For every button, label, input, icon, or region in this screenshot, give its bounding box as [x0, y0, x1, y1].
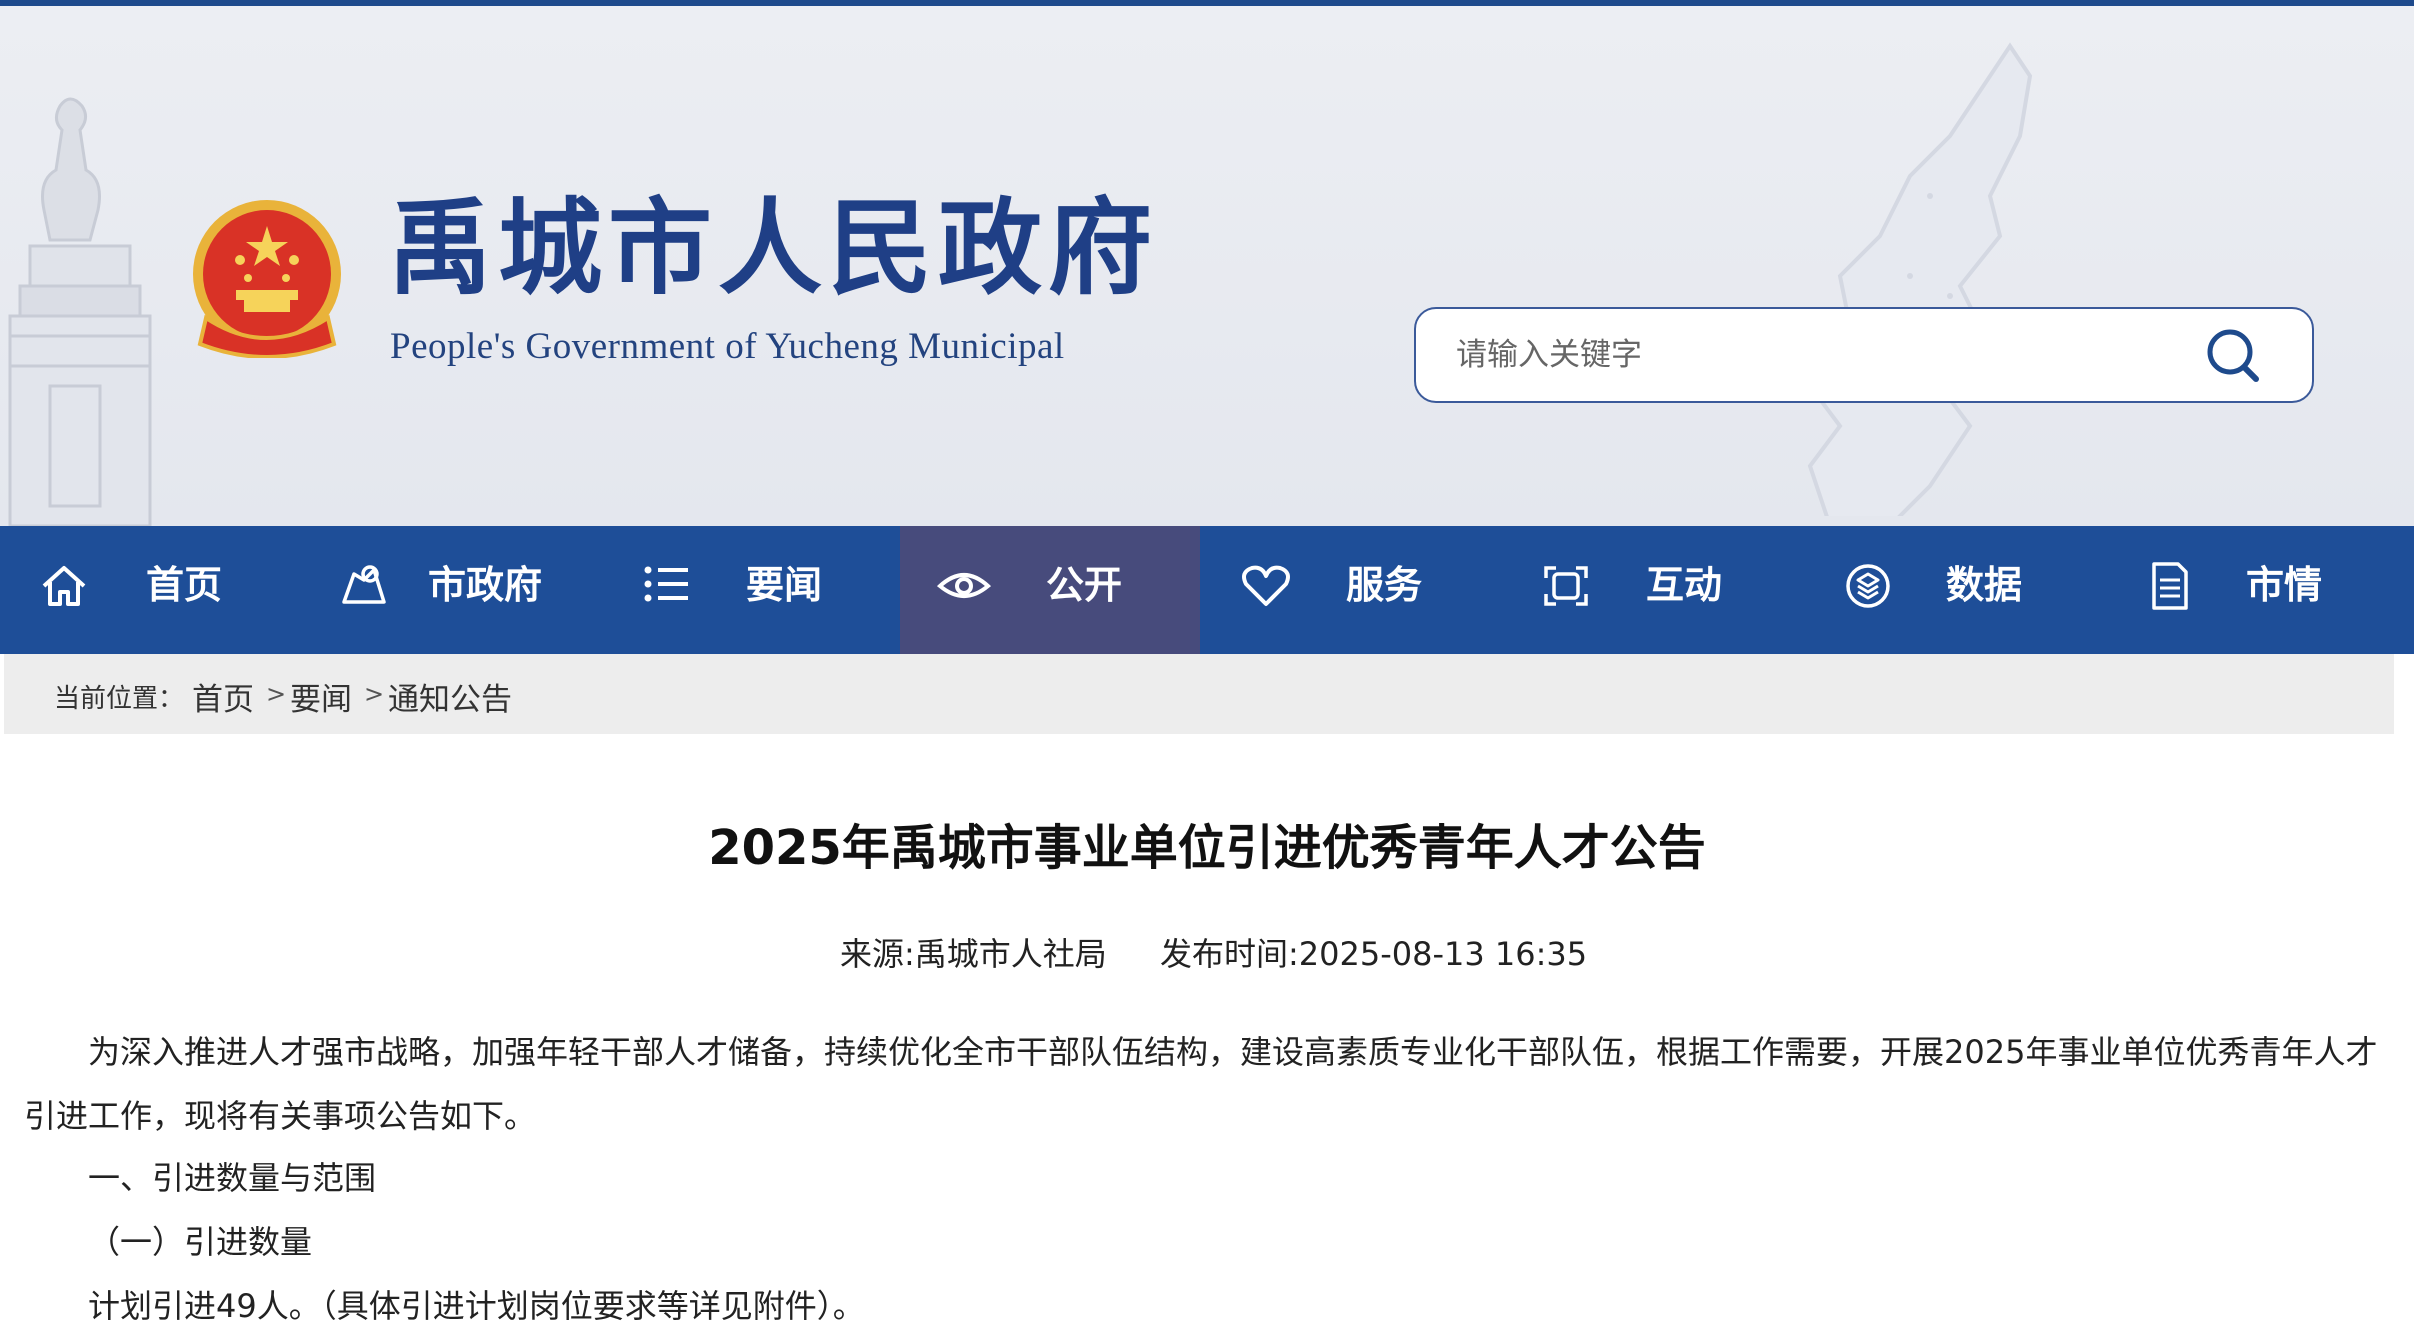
breadcrumb-link-home[interactable]: 首页 — [192, 674, 254, 719]
breadcrumb-prefix: 当前位置： — [54, 684, 185, 714]
breadcrumb-link-notices[interactable]: 通知公告 — [388, 674, 512, 719]
main-nav: 首页 市政府 要闻 公开 服务 互动 数据 市情 — [0, 526, 2414, 654]
search-button[interactable] — [2196, 323, 2276, 387]
article-title: 2025年禹城市事业单位引进优秀青年人才公告 — [708, 820, 1706, 876]
data-icon — [1846, 564, 1890, 608]
nav-item-government[interactable]: 市政府 — [300, 526, 600, 654]
map-pin-icon — [342, 565, 386, 604]
nav-label: 互动 — [1646, 563, 1723, 607]
breadcrumb-separator: > — [266, 680, 287, 708]
article-section-heading: 一、引进数量与范围 — [88, 1159, 377, 1197]
monument-illustration — [8, 97, 152, 526]
nav-item-news[interactable]: 要闻 — [600, 526, 900, 654]
nav-item-service[interactable]: 服务 — [1200, 526, 1500, 654]
home-icon — [42, 566, 86, 606]
nav-label: 市情 — [2246, 563, 2323, 607]
nav-label: 市政府 — [428, 563, 543, 607]
nav-item-data[interactable]: 数据 — [1800, 526, 2100, 654]
eye-icon — [936, 573, 992, 598]
article-paragraph: 计划引进49人。（具体引进计划岗位要求等详见附件）。 — [88, 1287, 865, 1325]
breadcrumb-link-news[interactable]: 要闻 — [290, 674, 352, 719]
article-publish-time: 发布时间:2025-08-13 16:35 — [1160, 935, 1588, 973]
article-paragraph: 为深入推进人才强市战略，加强年轻干部人才储备，持续优化全市干部队伍结构，建设高素… — [24, 1033, 2378, 1135]
breadcrumb-separator: > — [364, 680, 385, 708]
nav-label: 要闻 — [746, 563, 823, 607]
document-icon — [2152, 562, 2188, 610]
nav-label: 服务 — [1346, 563, 1423, 607]
search-icon — [2207, 329, 2259, 382]
nav-label: 公开 — [1046, 563, 1123, 607]
search-input[interactable] — [1456, 309, 2216, 401]
nav-item-city-info[interactable]: 市情 — [2100, 526, 2400, 654]
site-title: 禹城市人民政府 — [388, 186, 1159, 309]
site-header: 禹城市人民政府 People's Government of Yucheng M… — [0, 6, 2414, 526]
search-box — [1414, 307, 2314, 403]
heart-icon — [1242, 565, 1290, 606]
list-icon — [644, 566, 688, 602]
article-source: 来源:禹城市人社局 — [840, 935, 1107, 973]
nav-label: 数据 — [1946, 563, 2023, 607]
interact-icon — [1544, 566, 1588, 606]
breadcrumb: 当前位置： 首页 > 要闻 > 通知公告 — [4, 654, 2394, 734]
nav-label: 首页 — [146, 563, 223, 607]
nav-item-open[interactable]: 公开 — [900, 526, 1200, 654]
map-illustration — [1807, 42, 2033, 516]
nav-item-interact[interactable]: 互动 — [1500, 526, 1800, 654]
national-emblem-icon — [193, 200, 341, 358]
article-subsection-heading: （一）引进数量 — [88, 1223, 313, 1261]
nav-item-home[interactable]: 首页 — [0, 526, 300, 654]
site-subtitle: People's Government of Yucheng Municipal — [390, 326, 1065, 367]
